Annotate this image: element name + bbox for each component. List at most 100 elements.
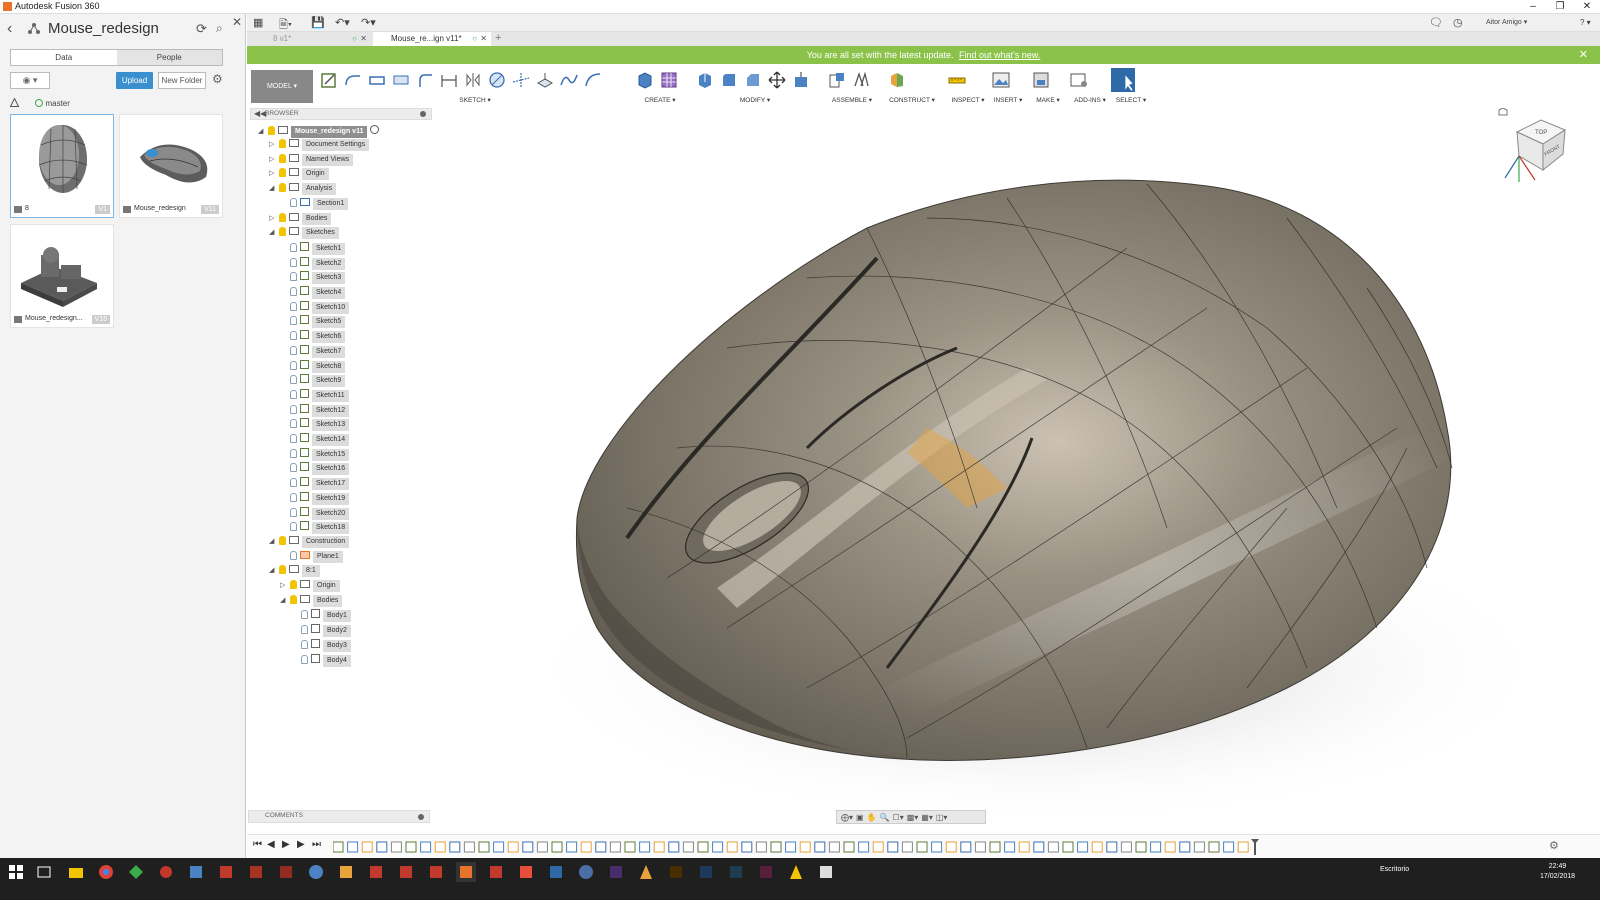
- select-icon[interactable]: [1111, 68, 1135, 92]
- visibility-bulb-icon[interactable]: [279, 168, 286, 178]
- app-icon[interactable]: [246, 862, 266, 882]
- timeline-feature-icon[interactable]: [770, 841, 782, 853]
- trim-icon[interactable]: [511, 70, 531, 90]
- collapse-arrow-icon[interactable]: ◢: [269, 227, 279, 239]
- browser-node[interactable]: ◢ Construction: [269, 535, 350, 548]
- browser-node[interactable]: Body2: [291, 624, 351, 638]
- timeline-feature-icon[interactable]: [609, 841, 621, 853]
- close-tab-icon[interactable]: ✕: [360, 32, 367, 46]
- file-explorer-icon[interactable]: [66, 862, 86, 882]
- timeline-feature-icon[interactable]: [1077, 841, 1089, 853]
- browser-node[interactable]: Sketch18: [280, 521, 350, 535]
- timeline-feature-icon[interactable]: [347, 841, 359, 853]
- file-card[interactable]: 8 V1: [10, 114, 114, 218]
- browser-node[interactable]: ◢ 8:1: [269, 565, 320, 578]
- select-menu[interactable]: SELECT ▾: [1111, 96, 1151, 104]
- timeline-feature-icon[interactable]: [887, 841, 899, 853]
- fit-icon[interactable]: ☐▾: [893, 813, 904, 822]
- fillet-icon[interactable]: [415, 70, 435, 90]
- workspace-switcher[interactable]: MODEL ▾: [251, 70, 313, 103]
- app-green-icon[interactable]: [126, 862, 146, 882]
- go-to-start-icon[interactable]: ⏮: [253, 839, 262, 850]
- app-icon[interactable]: [216, 862, 236, 882]
- visibility-bulb-icon[interactable]: [290, 404, 297, 414]
- project-include-icon[interactable]: [535, 70, 555, 90]
- visibility-bulb-icon[interactable]: [290, 463, 297, 473]
- close-panel-icon[interactable]: ✕: [232, 15, 242, 29]
- whats-new-link[interactable]: Find out what's new.: [959, 50, 1040, 60]
- timeline-feature-icon[interactable]: [1047, 841, 1059, 853]
- timeline-feature-icon[interactable]: [960, 841, 972, 853]
- timeline-feature-icon[interactable]: [449, 841, 461, 853]
- expand-arrow-icon[interactable]: ▷: [269, 139, 279, 151]
- timeline-feature-icon[interactable]: [974, 841, 986, 853]
- visibility-bulb-icon[interactable]: [290, 331, 297, 341]
- browser-node[interactable]: Sketch13: [280, 418, 350, 432]
- visibility-bulb-icon[interactable]: [279, 153, 286, 163]
- browser-node[interactable]: ▷ Document Settings: [269, 139, 370, 151]
- windows-start-icon[interactable]: [6, 862, 26, 882]
- new-folder-button[interactable]: New Folder: [158, 72, 206, 89]
- revit-icon[interactable]: [546, 862, 566, 882]
- visibility-bulb-icon[interactable]: [290, 360, 297, 370]
- close-tab-icon[interactable]: ✕: [480, 32, 487, 46]
- chrome-icon[interactable]: [96, 862, 116, 882]
- timeline-feature-icon[interactable]: [1106, 841, 1118, 853]
- browser-node[interactable]: Body3: [291, 638, 351, 652]
- inspect-menu[interactable]: INSPECT ▾: [947, 96, 989, 104]
- align-icon[interactable]: [791, 70, 811, 90]
- timeline-feature-icon[interactable]: [741, 841, 753, 853]
- browser-node[interactable]: Plane1: [280, 550, 343, 563]
- timeline-feature-icon[interactable]: [639, 841, 651, 853]
- visibility-bulb-icon[interactable]: [301, 625, 308, 635]
- browser-node[interactable]: ◢ Bodies: [280, 594, 343, 607]
- measure-icon[interactable]: [947, 70, 967, 90]
- app-icon[interactable]: [336, 862, 356, 882]
- timeline-feature-icon[interactable]: [361, 841, 373, 853]
- restore-button[interactable]: ❐: [1547, 0, 1573, 14]
- expand-arrow-icon[interactable]: ▷: [269, 213, 279, 225]
- visibility-bulb-icon[interactable]: [290, 272, 297, 282]
- timeline-feature-icon[interactable]: [1004, 841, 1016, 853]
- vectorworks-icon[interactable]: [426, 862, 446, 882]
- expand-arrow-icon[interactable]: ▷: [269, 154, 279, 166]
- arc-icon[interactable]: [583, 70, 603, 90]
- mirror-icon[interactable]: [463, 70, 483, 90]
- taskbar-desktop-label[interactable]: Escritorio: [1380, 866, 1409, 873]
- view-mode-dropdown[interactable]: ◉ ▾: [10, 72, 50, 89]
- app-icon[interactable]: [816, 862, 836, 882]
- timeline-feature-icon[interactable]: [1135, 841, 1147, 853]
- 3d-print-icon[interactable]: [1031, 70, 1051, 90]
- save-icon[interactable]: 💾: [311, 16, 325, 29]
- timeline-feature-icon[interactable]: [901, 841, 913, 853]
- file-card[interactable]: Mouse_redesign... V16: [10, 224, 114, 328]
- browser-node[interactable]: ◢ Analysis: [269, 183, 337, 196]
- timeline-feature-icon[interactable]: [814, 841, 826, 853]
- browser-node[interactable]: Sketch15: [280, 447, 350, 461]
- browser-node[interactable]: Body1: [291, 609, 351, 623]
- timeline-feature-icon[interactable]: [333, 841, 344, 853]
- browser-node[interactable]: Sketch19: [280, 491, 350, 505]
- browser-node[interactable]: ▷ Origin: [280, 580, 340, 592]
- browser-node[interactable]: Body4: [291, 653, 351, 667]
- joint-icon[interactable]: [851, 70, 871, 90]
- scripts-icon[interactable]: [1069, 70, 1089, 90]
- view-cube[interactable]: TOP FRONT: [1495, 108, 1575, 188]
- app-icon[interactable]: [276, 862, 296, 882]
- visibility-bulb-icon[interactable]: [279, 212, 286, 222]
- pan-icon[interactable]: ✋: [867, 813, 877, 822]
- browser-node[interactable]: Sketch7: [280, 344, 346, 358]
- browser-node[interactable]: Section1: [280, 197, 349, 210]
- step-back-icon[interactable]: ◀: [267, 839, 275, 850]
- collapse-arrow-icon[interactable]: ◢: [269, 183, 279, 195]
- upload-button[interactable]: Upload: [116, 72, 153, 89]
- new-component-icon[interactable]: [827, 70, 847, 90]
- app-icon[interactable]: [576, 862, 596, 882]
- timeline-feature-icon[interactable]: [566, 841, 578, 853]
- visibility-bulb-icon[interactable]: [290, 550, 297, 560]
- add-ins-menu[interactable]: ADD-INS ▾: [1069, 96, 1111, 104]
- modify-menu[interactable]: MODIFY ▾: [695, 96, 815, 104]
- browser-node[interactable]: Sketch8: [280, 359, 346, 373]
- make-menu[interactable]: MAKE ▾: [1031, 96, 1065, 104]
- collapse-arrow-icon[interactable]: ◢: [269, 565, 279, 577]
